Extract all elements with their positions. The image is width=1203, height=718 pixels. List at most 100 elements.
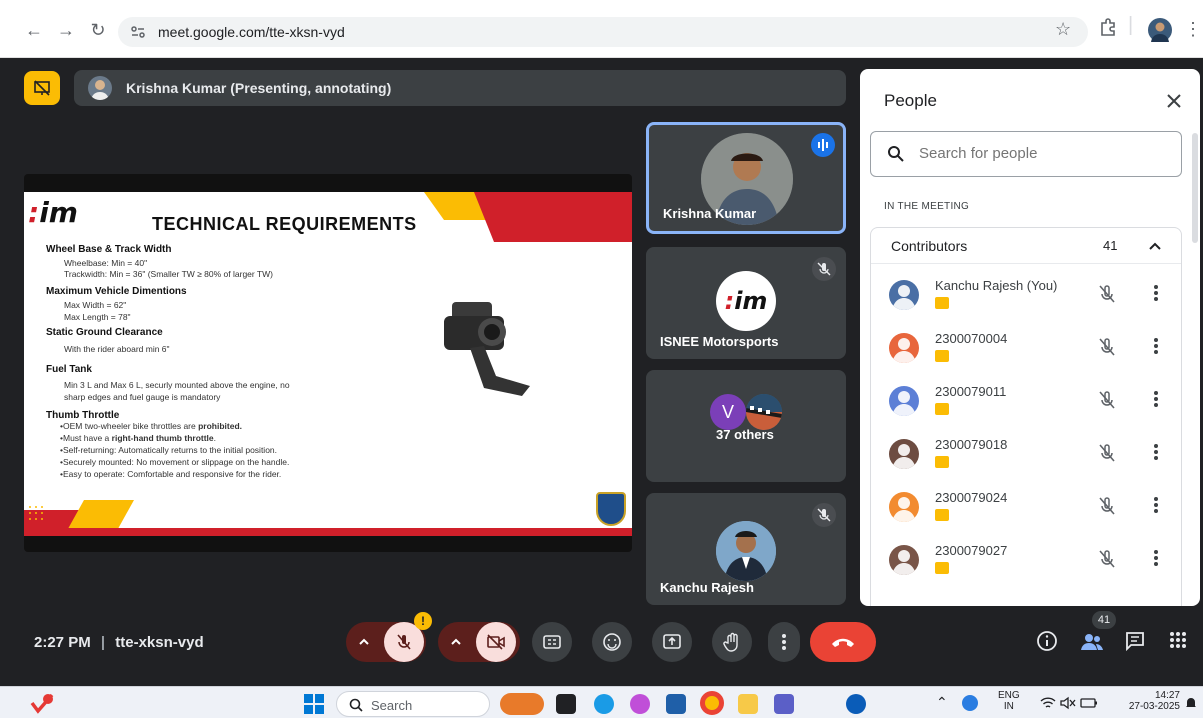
participant-row[interactable]: 2300070004 — [871, 323, 1181, 376]
more-options-icon[interactable] — [1153, 496, 1159, 514]
muted-mic-icon[interactable] — [1097, 443, 1117, 463]
participant-avatar — [746, 394, 782, 430]
participant-row[interactable]: 2300079011 — [871, 376, 1181, 429]
leave-call-button[interactable] — [810, 622, 876, 662]
store-icon[interactable] — [666, 694, 686, 714]
participant-row[interactable]: Kanchu Rajesh (You) — [871, 270, 1181, 323]
participant-avatar — [716, 521, 776, 581]
dell-icon[interactable] — [846, 694, 866, 714]
battery-icon[interactable] — [1080, 696, 1098, 710]
back-arrow-icon[interactable]: ← — [22, 18, 46, 42]
url-text: meet.google.com/tte-xksn-vyd — [158, 24, 345, 40]
clock-date: 27-03-2025 — [1128, 701, 1180, 712]
camera-control — [438, 622, 520, 662]
more-options-icon[interactable] — [1153, 337, 1159, 355]
presenting-tag-icon — [935, 562, 949, 574]
taskbar-search[interactable]: Search — [336, 691, 490, 717]
participant-row[interactable]: 2300079018 — [871, 429, 1181, 482]
presenting-tag-icon — [935, 403, 949, 415]
contributors-header[interactable]: Contributors 41 — [871, 228, 1181, 264]
participant-name: 2300070004 — [935, 331, 1008, 346]
participant-avatar — [889, 439, 919, 469]
more-options-icon[interactable] — [1153, 443, 1159, 461]
meeting-details-icon[interactable] — [1036, 630, 1060, 654]
address-bar[interactable]: meet.google.com/tte-xksn-vyd — [118, 17, 1088, 47]
volume-muted-icon[interactable] — [1060, 696, 1076, 710]
participant-tile-krishna[interactable]: Krishna Kumar — [646, 122, 846, 234]
muted-mic-icon[interactable] — [1097, 549, 1117, 569]
bookmark-star-icon[interactable]: ☆ — [1055, 19, 1071, 40]
wifi-icon[interactable] — [1040, 696, 1056, 710]
slide-bullet: Easy to operate: Comfortable and respons… — [60, 469, 281, 479]
camera-off-button[interactable] — [476, 622, 516, 662]
more-options-icon[interactable] — [1153, 284, 1159, 302]
tile-name: ISNEE Motorsports — [660, 334, 779, 349]
activities-icon[interactable] — [1168, 630, 1192, 654]
participant-avatar — [889, 280, 919, 310]
people-search-field[interactable] — [870, 131, 1182, 177]
present-screen-button[interactable] — [652, 622, 692, 662]
people-search-input[interactable] — [919, 145, 1169, 162]
contributors-group: Contributors 41 Kanchu Rajesh (You) 23000… — [870, 227, 1182, 606]
presenter-avatar — [88, 76, 112, 100]
reload-icon[interactable]: ↻ — [86, 18, 110, 42]
muted-mic-icon[interactable] — [1097, 284, 1117, 304]
more-options-button[interactable] — [768, 622, 800, 662]
site-settings-icon[interactable] — [130, 24, 146, 40]
section-heading: Fuel Tank — [46, 364, 92, 375]
windows-start-icon[interactable] — [304, 694, 324, 714]
presenter-name: Krishna Kumar (Presenting, annotating) — [126, 80, 392, 96]
copilot-icon[interactable] — [630, 694, 650, 714]
participant-row[interactable]: 2300079024 — [871, 482, 1181, 535]
tile-name: 37 others — [716, 427, 774, 442]
participant-tile-kanchu[interactable]: Kanchu Rajesh — [646, 493, 846, 605]
taskbar-clock[interactable]: 14:27 27-03-2025 — [1116, 690, 1180, 712]
profile-avatar[interactable] — [1148, 18, 1172, 42]
presentation-indicator-icon[interactable] — [24, 71, 60, 105]
notification-app-icon[interactable] — [30, 693, 54, 715]
panel-scrollbar[interactable] — [1192, 133, 1198, 243]
notifications-icon[interactable] — [1184, 696, 1198, 710]
participant-tile-others[interactable]: V 37 others — [646, 370, 846, 482]
forward-arrow-icon[interactable]: → — [54, 18, 78, 42]
file-explorer-icon[interactable] — [738, 694, 758, 714]
chevron-up-icon[interactable] — [1145, 236, 1165, 256]
muted-mic-icon[interactable] — [1097, 337, 1117, 357]
section-heading: Static Ground Clearance — [46, 327, 163, 338]
search-icon — [349, 698, 363, 712]
tile-name: Krishna Kumar — [663, 206, 757, 221]
language-indicator[interactable]: ENG IN — [998, 690, 1020, 712]
participant-tile-isnee[interactable]: : im ISNEE Motorsports — [646, 247, 846, 359]
meet-stage: Krishna Kumar (Presenting, annotating) :… — [0, 58, 1203, 678]
close-icon[interactable] — [1162, 89, 1186, 113]
show-hidden-icons-icon[interactable]: ⌃ — [936, 694, 948, 711]
participant-name: 2300079027 — [935, 543, 1008, 558]
teams-icon[interactable] — [774, 694, 794, 714]
raise-hand-button[interactable] — [712, 622, 752, 662]
presentation-slide: :im TECHNICAL REQUIREMENTS Wheel Base & … — [24, 192, 632, 536]
chevron-up-icon[interactable] — [356, 634, 372, 650]
task-view-icon[interactable] — [556, 694, 576, 714]
slide-text: Max Width = 62" — [64, 300, 127, 310]
edge-icon[interactable] — [594, 694, 614, 714]
reactions-button[interactable] — [592, 622, 632, 662]
participant-row[interactable]: 2300079027 — [871, 535, 1181, 588]
more-options-icon[interactable] — [1153, 390, 1159, 408]
section-heading: Maximum Vehicle Dimentions — [46, 286, 187, 297]
people-icon[interactable] — [1080, 630, 1104, 654]
chat-icon[interactable] — [1124, 630, 1148, 654]
chrome-icon[interactable] — [700, 691, 724, 715]
captions-button[interactable] — [532, 622, 572, 662]
chevron-up-icon[interactable] — [448, 634, 464, 650]
cloud-app-icon[interactable] — [962, 695, 978, 711]
clock: 2:27 PM — [34, 634, 91, 651]
extensions-icon[interactable] — [1098, 17, 1118, 37]
muted-mic-icon[interactable] — [1097, 390, 1117, 410]
presenter-banner: Krishna Kumar (Presenting, annotating) — [74, 70, 846, 106]
widgets-icon[interactable] — [500, 693, 544, 715]
clock-time: 14:27 — [1154, 690, 1180, 701]
more-options-icon[interactable] — [1153, 549, 1159, 567]
participant-avatar — [889, 492, 919, 522]
muted-mic-icon[interactable] — [1097, 496, 1117, 516]
browser-menu-icon[interactable]: ⋮ — [1184, 19, 1202, 40]
